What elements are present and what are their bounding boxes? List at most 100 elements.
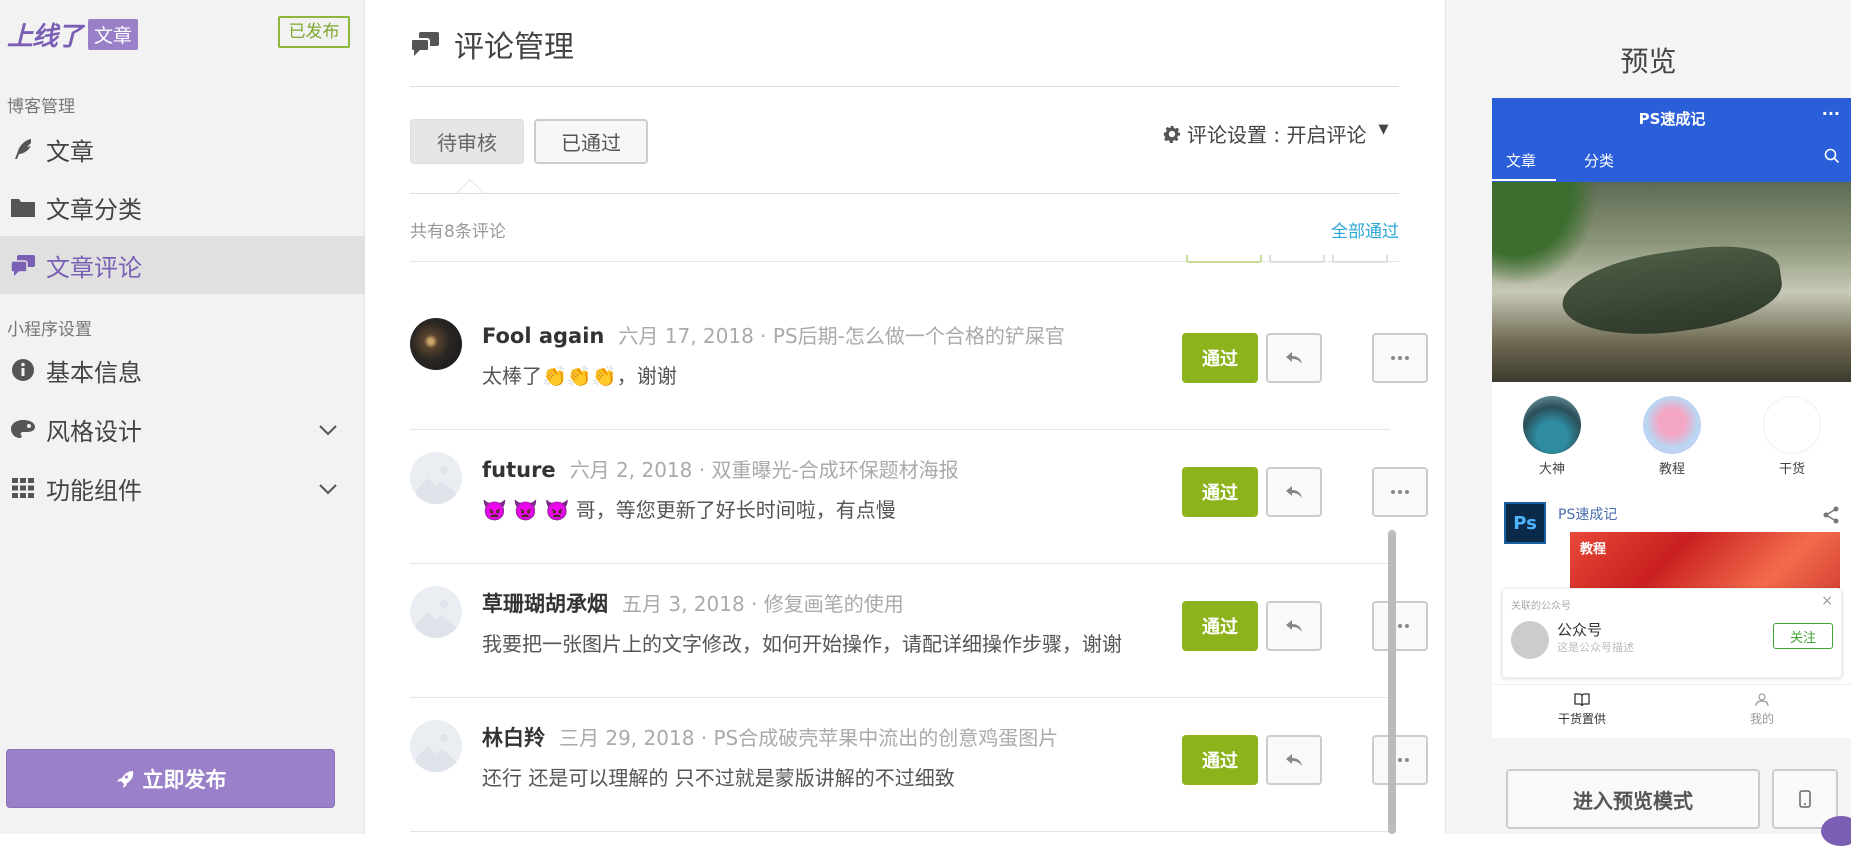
- logo-text: 上线了: [7, 22, 83, 52]
- more-button[interactable]: [1372, 735, 1428, 785]
- main-panel: 评论管理 待审核 已通过 评论设置 : 开启评论 ▼ 共有8条评论 全部通过 F…: [366, 0, 1445, 834]
- tab-pending[interactable]: 待审核: [410, 119, 524, 164]
- grid-icon: [8, 473, 38, 503]
- avatar: [410, 318, 462, 370]
- enter-preview-mode-button[interactable]: 进入预览模式: [1506, 769, 1760, 829]
- publish-button-label: 立即发布: [142, 767, 227, 792]
- commenter-name[interactable]: 草珊瑚胡承烟: [482, 592, 608, 616]
- phone-category: 教程: [1637, 396, 1707, 477]
- commenter-name[interactable]: Fool again: [482, 324, 604, 348]
- phone-article-tag: 教程: [1580, 542, 1607, 557]
- reply-button[interactable]: [1266, 333, 1322, 383]
- book-icon: [1574, 693, 1590, 707]
- sidebar-item-label: 风格设计: [46, 417, 142, 446]
- info-icon: [8, 355, 38, 385]
- approve-all-link[interactable]: 全部通过: [1331, 217, 1399, 242]
- phone-category: 大神: [1517, 396, 1587, 477]
- sidebar-item-components[interactable]: 功能组件: [0, 459, 365, 517]
- avatar: [410, 452, 462, 504]
- preview-panel: 预览 PS速成记 ··· 文章 分类 大神 教程 干货 Ps PS速成记 教程 …: [1445, 0, 1851, 846]
- caret-down-icon: ▼: [1378, 122, 1389, 137]
- comment-text: 还行 还是可以理解的 只不过就是蒙版讲解的不过细致: [482, 766, 955, 790]
- published-badge: 已发布: [278, 16, 350, 48]
- approve-button[interactable]: 通过: [1182, 333, 1258, 383]
- close-icon: ×: [1821, 593, 1833, 609]
- active-tab-indicator: [456, 179, 484, 193]
- folder-icon: [8, 192, 38, 222]
- chevron-down-icon: [319, 425, 337, 436]
- scrollbar[interactable]: [1388, 530, 1396, 834]
- user-icon: [1755, 693, 1769, 707]
- divider: [410, 193, 1399, 194]
- search-icon: [1824, 148, 1840, 164]
- reply-icon: [1286, 352, 1302, 364]
- reply-button[interactable]: [1266, 735, 1322, 785]
- preview-title: 预览: [1620, 45, 1677, 78]
- reply-button[interactable]: [1266, 467, 1322, 517]
- comment-settings-dropdown[interactable]: 评论设置 : 开启评论 ▼: [1163, 119, 1388, 148]
- sidebar-item-label: 文章分类: [46, 195, 142, 224]
- reply-button[interactable]: [1266, 601, 1322, 651]
- gear-icon: [1163, 125, 1181, 143]
- scrolled-row-buttons: [1186, 255, 1388, 263]
- comment-text: 我要把一张图片上的文字修改，如何开始操作，请配详细操作步骤，谢谢: [482, 632, 1122, 656]
- publish-now-button[interactable]: 立即发布: [6, 749, 335, 808]
- more-icon: [1391, 490, 1409, 494]
- sidebar-item-basic-info[interactable]: 基本信息: [0, 341, 365, 399]
- phone-tabbar: 干货置供 我的: [1492, 684, 1851, 738]
- phone-header: PS速成记 ··· 文章 分类: [1492, 98, 1851, 182]
- approve-button[interactable]: 通过: [1182, 735, 1258, 785]
- approve-button[interactable]: 通过: [1182, 601, 1258, 651]
- section-label-blog: 博客管理: [7, 97, 75, 117]
- logo[interactable]: 上线了 文章: [7, 16, 139, 53]
- sidebar-item-label: 功能组件: [46, 476, 142, 505]
- commenter-name[interactable]: future: [482, 458, 556, 482]
- mobile-icon: [1799, 790, 1811, 808]
- more-icon: [1391, 356, 1409, 360]
- sidebar-item-categories[interactable]: 文章分类: [0, 178, 365, 236]
- reply-icon: [1286, 486, 1302, 498]
- phone-app-title: PS速成记: [1638, 110, 1706, 128]
- comment-text: 太棒了👏👏👏，谢谢: [482, 364, 677, 388]
- phone-category-row: 大神 教程 干货: [1492, 396, 1851, 477]
- follow-card-name: 公众号: [1557, 621, 1603, 639]
- sidebar-item-label: 文章: [46, 137, 94, 166]
- comment-count: 共有8条评论: [410, 222, 506, 242]
- comment-meta: 五月 3, 2018 · 修复画笔的使用: [622, 592, 904, 616]
- avatar: [410, 586, 462, 638]
- phone-tabbar-item: 我的: [1672, 685, 1851, 738]
- follow-card-desc: 这是公众号描述: [1557, 641, 1634, 654]
- more-button[interactable]: [1372, 333, 1428, 383]
- avatar: [410, 720, 462, 772]
- logo-badge: 文章: [88, 19, 139, 50]
- sidebar-item-label: 基本信息: [46, 358, 142, 387]
- comment-text: 👿 👿 👿 哥，等您更新了好长时间啦，有点慢: [482, 498, 896, 522]
- sidebar: 上线了 文章 已发布 博客管理 文章 文章分类 文章评论 小程序设置 基本信息 …: [0, 0, 365, 834]
- comment-row: 林白羚 三月 29, 2018 · PS合成破壳苹果中流出的创意鸡蛋图片 还行 还…: [410, 698, 1428, 832]
- comment-meta: 六月 2, 2018 · 双重曝光-合成环保题材海报: [569, 458, 959, 482]
- tab-approved[interactable]: 已通过: [534, 119, 648, 164]
- palette-icon: [8, 414, 38, 444]
- approve-button[interactable]: 通过: [1182, 467, 1258, 517]
- floating-help-button[interactable]: [1821, 816, 1851, 846]
- share-icon: [1823, 506, 1839, 524]
- phone-account-name: PS速成记: [1558, 507, 1618, 523]
- phone-tabbar-item: 干货置供: [1492, 685, 1672, 738]
- rocket-icon: [116, 770, 133, 788]
- feather-icon: [8, 134, 38, 164]
- phone-tab-articles: 文章: [1492, 150, 1556, 181]
- sidebar-item-style-design[interactable]: 风格设计: [0, 400, 365, 458]
- sidebar-item-comments[interactable]: 文章评论: [0, 236, 365, 294]
- avatar: [1511, 621, 1549, 659]
- section-label-miniapp: 小程序设置: [7, 320, 92, 340]
- reply-icon: [1286, 620, 1302, 632]
- comment-settings-label: 评论设置 : 开启评论: [1187, 123, 1367, 147]
- phone-tab-categories: 分类: [1584, 152, 1615, 170]
- commenter-name[interactable]: 林白羚: [482, 726, 545, 750]
- divider: [410, 86, 1399, 87]
- more-button[interactable]: [1372, 467, 1428, 517]
- sidebar-item-articles[interactable]: 文章: [0, 120, 365, 178]
- follow-button: 关注: [1773, 623, 1833, 649]
- comment-row: future 六月 2, 2018 · 双重曝光-合成环保题材海报 👿 👿 👿 哥…: [410, 430, 1428, 564]
- more-button[interactable]: [1372, 601, 1428, 651]
